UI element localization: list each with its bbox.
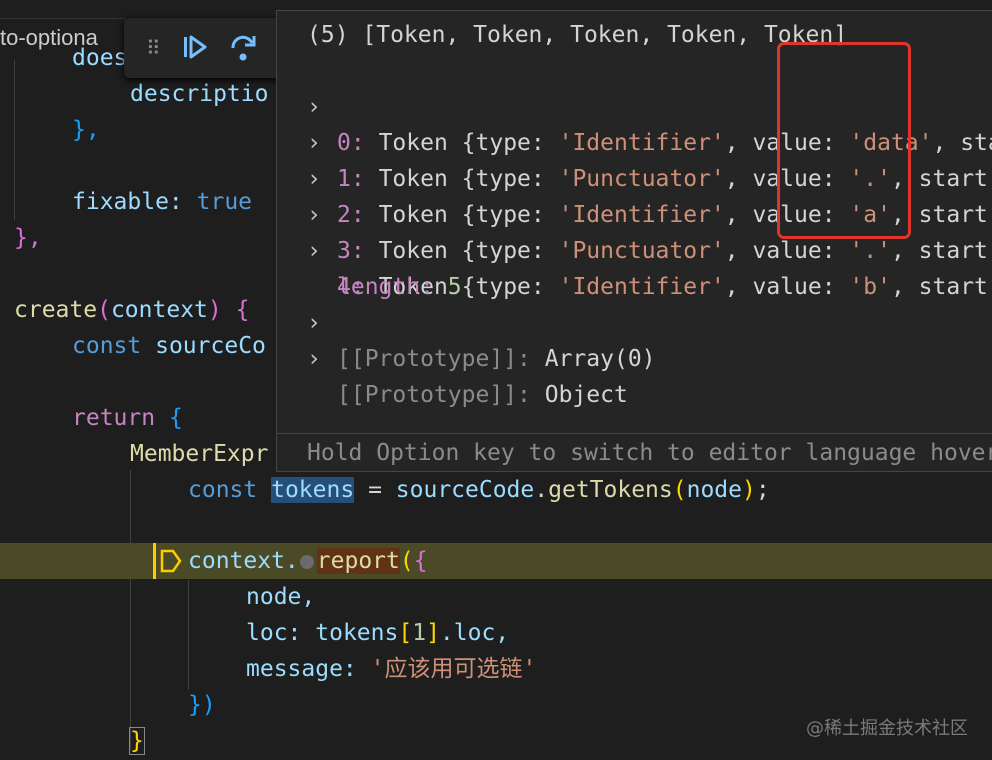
inline-breakpoint-dot[interactable] xyxy=(299,555,314,569)
breakpoint-marker xyxy=(153,543,156,579)
hover-status-divider xyxy=(277,433,992,434)
prototype-object-row[interactable]: › [[Prototype]]: Object xyxy=(277,305,992,408)
indent-guide xyxy=(188,580,189,690)
step-over-icon[interactable] xyxy=(228,32,260,64)
indent-guide xyxy=(14,60,15,220)
code-line-loc: loc: tokens[1].loc, xyxy=(246,620,510,646)
hover-status-text: Hold Option key to switch to editor lang… xyxy=(307,440,992,466)
debug-toolbar: ⠿ xyxy=(124,18,284,78)
watermark: @稀土掘金技术社区 xyxy=(806,718,968,739)
chevron-right-icon[interactable]: › xyxy=(307,341,327,377)
indent-guide xyxy=(130,470,131,750)
hovered-token-variable[interactable]: tokens xyxy=(271,477,355,503)
annotation-highlight-box xyxy=(777,42,911,239)
code-line-node: node, xyxy=(246,584,316,610)
hover-title: (5) [Token, Token, Token, Token, Token] xyxy=(307,22,848,48)
prototype-array-row[interactable]: › [[Prototype]]: Array(0) xyxy=(277,269,992,372)
continue-icon[interactable] xyxy=(180,32,210,62)
drag-grip-icon[interactable]: ⠿ xyxy=(146,38,161,58)
breakpoint-arrow-icon[interactable] xyxy=(160,549,182,573)
code-line-const-tokens: const tokens = sourceCode.getTokens(node… xyxy=(188,477,770,503)
code-line-message: message: '应该用可选链' xyxy=(246,656,537,682)
code-line-context-report: context. report({ xyxy=(188,548,428,574)
